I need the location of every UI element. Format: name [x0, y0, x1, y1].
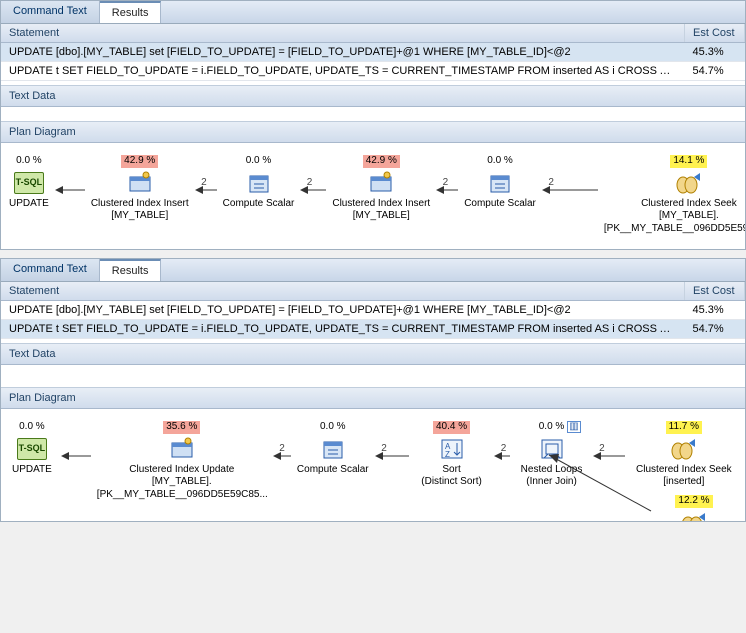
tabs-1: Command Text Results — [1, 1, 745, 24]
plan-node[interactable]: 12.2 % Clustered Index Seek[MY_TABLE].[P… — [609, 495, 745, 521]
compute-icon — [244, 170, 274, 196]
cost-badge: 0.0 % — [243, 155, 275, 168]
ci-seek-icon — [679, 510, 709, 522]
tab-results[interactable]: Results — [100, 259, 162, 281]
ci-update-icon — [167, 436, 197, 462]
statement-row[interactable]: UPDATE t SET FIELD_TO_UPDATE = i.FIELD_T… — [1, 320, 745, 339]
plan-diagram-1[interactable]: 0.0 % T-SQL UPDATE 42.9 % Clustered Inde… — [1, 143, 745, 249]
plan-node[interactable]: 0.0 % T-SQL UPDATE — [9, 155, 49, 210]
ci-insert-icon — [366, 170, 396, 196]
plan-node[interactable]: 40.4 % AZ Sort(Distinct Sort) 2 — [415, 421, 489, 489]
col-est-cost: Est Cost — [685, 282, 745, 301]
text-data-header: Text Data — [1, 343, 745, 365]
plan-node[interactable]: 42.9 % Clustered Index Insert[MY_TABLE] … — [332, 155, 430, 223]
tab-command-text[interactable]: Command Text — [1, 259, 100, 281]
query-plan-panel-2: Command Text Results Statement Est Cost … — [0, 258, 746, 522]
sort-icon: AZ — [437, 436, 467, 462]
plan-node[interactable]: 14.1 % Clustered Index Seek[MY_TABLE].[P… — [604, 155, 745, 235]
statement-table-2: Statement Est Cost UPDATE [dbo].[MY_TABL… — [1, 282, 745, 339]
compute-icon — [485, 170, 515, 196]
plan-diagram-2[interactable]: 0.0 % T-SQL UPDATE 35.6 % Clustered Inde… — [1, 409, 745, 521]
ci-seek-icon — [674, 170, 704, 196]
statement-row[interactable]: UPDATE t SET FIELD_TO_UPDATE = i.FIELD_T… — [1, 62, 745, 81]
arrow-left-icon — [369, 451, 415, 461]
plan-node[interactable]: 0.0 % Compute Scalar 2 — [297, 421, 369, 476]
statement-cost: 54.7% — [685, 320, 745, 339]
svg-text:Z: Z — [445, 450, 450, 459]
statement-sql: UPDATE [dbo].[MY_TABLE] set [FIELD_TO_UP… — [1, 43, 685, 62]
ci-seek-icon — [669, 436, 699, 462]
cost-badge: 35.6 % — [163, 421, 200, 434]
statement-row[interactable]: UPDATE [dbo].[MY_TABLE] set [FIELD_TO_UP… — [1, 43, 745, 62]
cost-badge: 0.0 % — [16, 421, 48, 434]
cost-badge: 14.1 % — [670, 155, 707, 168]
plan-node[interactable]: 0.0 % Compute Scalar 2 — [223, 155, 295, 210]
cost-badge: 0.0 % — [13, 155, 45, 168]
query-plan-panel-1: Command Text Results Statement Est Cost … — [0, 0, 746, 250]
statement-sql: UPDATE [dbo].[MY_TABLE] set [FIELD_TO_UP… — [1, 301, 685, 320]
tsql-icon: T-SQL — [17, 436, 47, 462]
tab-command-text[interactable]: Command Text — [1, 1, 100, 23]
plan-node[interactable]: 35.6 % Clustered Index Update[MY_TABLE].… — [97, 421, 267, 501]
statement-table-1: Statement Est Cost UPDATE [dbo].[MY_TABL… — [1, 24, 745, 81]
cost-badge: 11.7 % — [666, 421, 702, 434]
arrow-left-icon — [55, 451, 97, 461]
statement-cost: 45.3% — [685, 301, 745, 320]
statement-cost: 45.3% — [685, 43, 745, 62]
plan-node[interactable]: 0.0 % T-SQL UPDATE — [9, 421, 55, 476]
text-data-header: Text Data — [1, 85, 745, 107]
cost-badge: 40.4 % — [433, 421, 470, 434]
cost-badge: 42.9 % — [121, 155, 158, 168]
statement-sql: UPDATE t SET FIELD_TO_UPDATE = i.FIELD_T… — [1, 62, 685, 81]
ci-insert-icon — [125, 170, 155, 196]
statement-cost: 54.7% — [685, 62, 745, 81]
compute-icon — [318, 436, 348, 462]
plan-node[interactable]: 42.9 % Clustered Index Insert[MY_TABLE] … — [91, 155, 189, 223]
cost-badge: 0.0 % — [536, 421, 568, 434]
col-est-cost: Est Cost — [685, 24, 745, 43]
col-statement: Statement — [1, 282, 685, 301]
plan-diagram-header: Plan Diagram — [1, 387, 745, 409]
statement-row[interactable]: UPDATE [dbo].[MY_TABLE] set [FIELD_TO_UP… — [1, 301, 745, 320]
cost-badge: 42.9 % — [363, 155, 400, 168]
tsql-icon: T-SQL — [14, 170, 44, 196]
col-statement: Statement — [1, 24, 685, 43]
plan-diagram-header: Plan Diagram — [1, 121, 745, 143]
tabs-2: Command Text Results — [1, 259, 745, 282]
arrow-left-icon — [536, 185, 604, 195]
cost-badge: 0.0 % — [484, 155, 516, 168]
statement-sql: UPDATE t SET FIELD_TO_UPDATE = i.FIELD_T… — [1, 320, 685, 339]
arrow-left-icon — [294, 185, 332, 195]
cost-badge: 0.0 % — [317, 421, 349, 434]
plan-node[interactable]: 0.0 % Compute Scalar 2 — [464, 155, 536, 210]
arrow-left-icon — [49, 185, 91, 195]
tab-results[interactable]: Results — [100, 1, 162, 23]
cost-badge: 12.2 % — [675, 495, 712, 508]
